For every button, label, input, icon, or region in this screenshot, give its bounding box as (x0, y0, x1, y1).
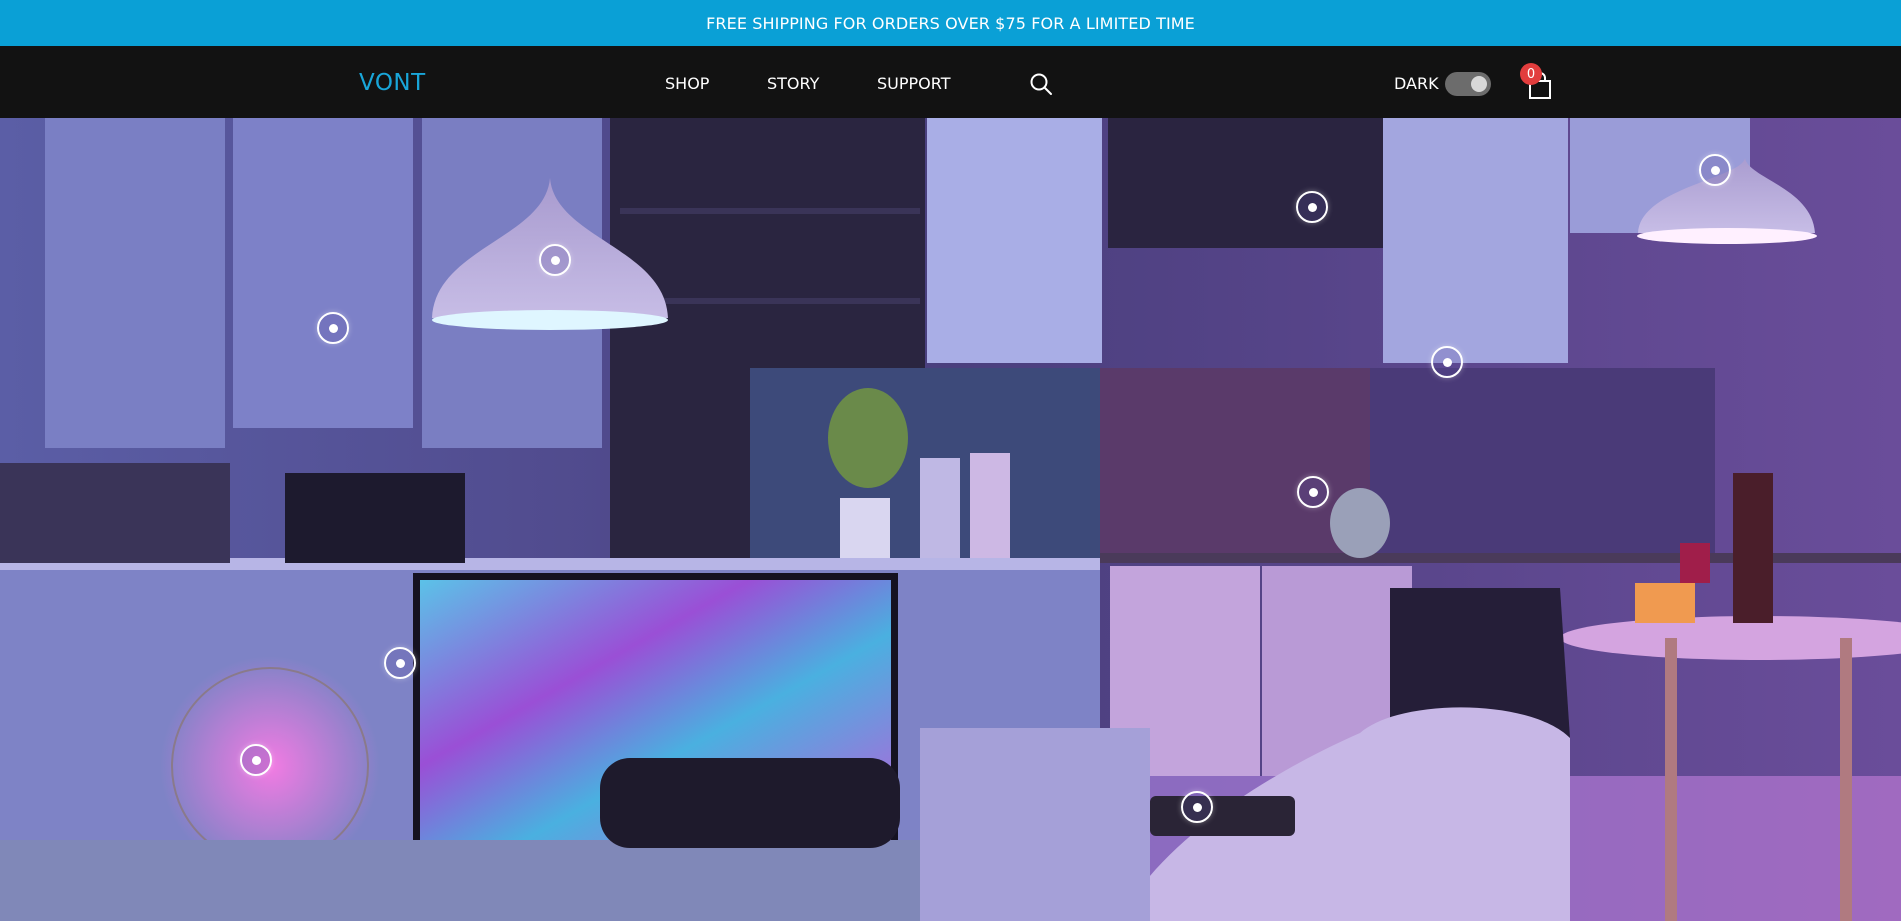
toggle-knob (1471, 76, 1487, 92)
hotspot-canisters[interactable] (1296, 191, 1328, 223)
dark-mode-label: DARK (1394, 74, 1439, 93)
nav-support[interactable]: SUPPORT (877, 74, 950, 93)
site-header: VONT SHOP STORY SUPPORT DARK 0 (0, 46, 1901, 118)
hotspot-smart-plug[interactable] (1297, 476, 1329, 508)
hotspot-pendant-light-right[interactable] (1699, 154, 1731, 186)
hero-scene (0, 118, 1901, 921)
hero-image (0, 118, 1901, 921)
hotspot-tv-backlight[interactable] (384, 647, 416, 679)
search-icon[interactable] (1029, 72, 1053, 96)
hotspot-pendant-light-left[interactable] (539, 244, 571, 276)
hotspot-led-strip[interactable] (1431, 346, 1463, 378)
announcement-text: FREE SHIPPING FOR ORDERS OVER $75 FOR A … (706, 13, 1195, 33)
announcement-bar: FREE SHIPPING FOR ORDERS OVER $75 FOR A … (0, 0, 1901, 46)
nav-story[interactable]: STORY (767, 74, 819, 93)
nav-shop[interactable]: SHOP (665, 74, 709, 93)
cart-count-badge: 0 (1520, 63, 1542, 85)
hotspot-smart-scale[interactable] (1181, 791, 1213, 823)
dark-mode-toggle[interactable] (1445, 72, 1491, 96)
site-logo[interactable]: VONT (359, 70, 426, 96)
hotspot-cabinet-light[interactable] (317, 312, 349, 344)
hotspot-sphere-lamp[interactable] (240, 744, 272, 776)
